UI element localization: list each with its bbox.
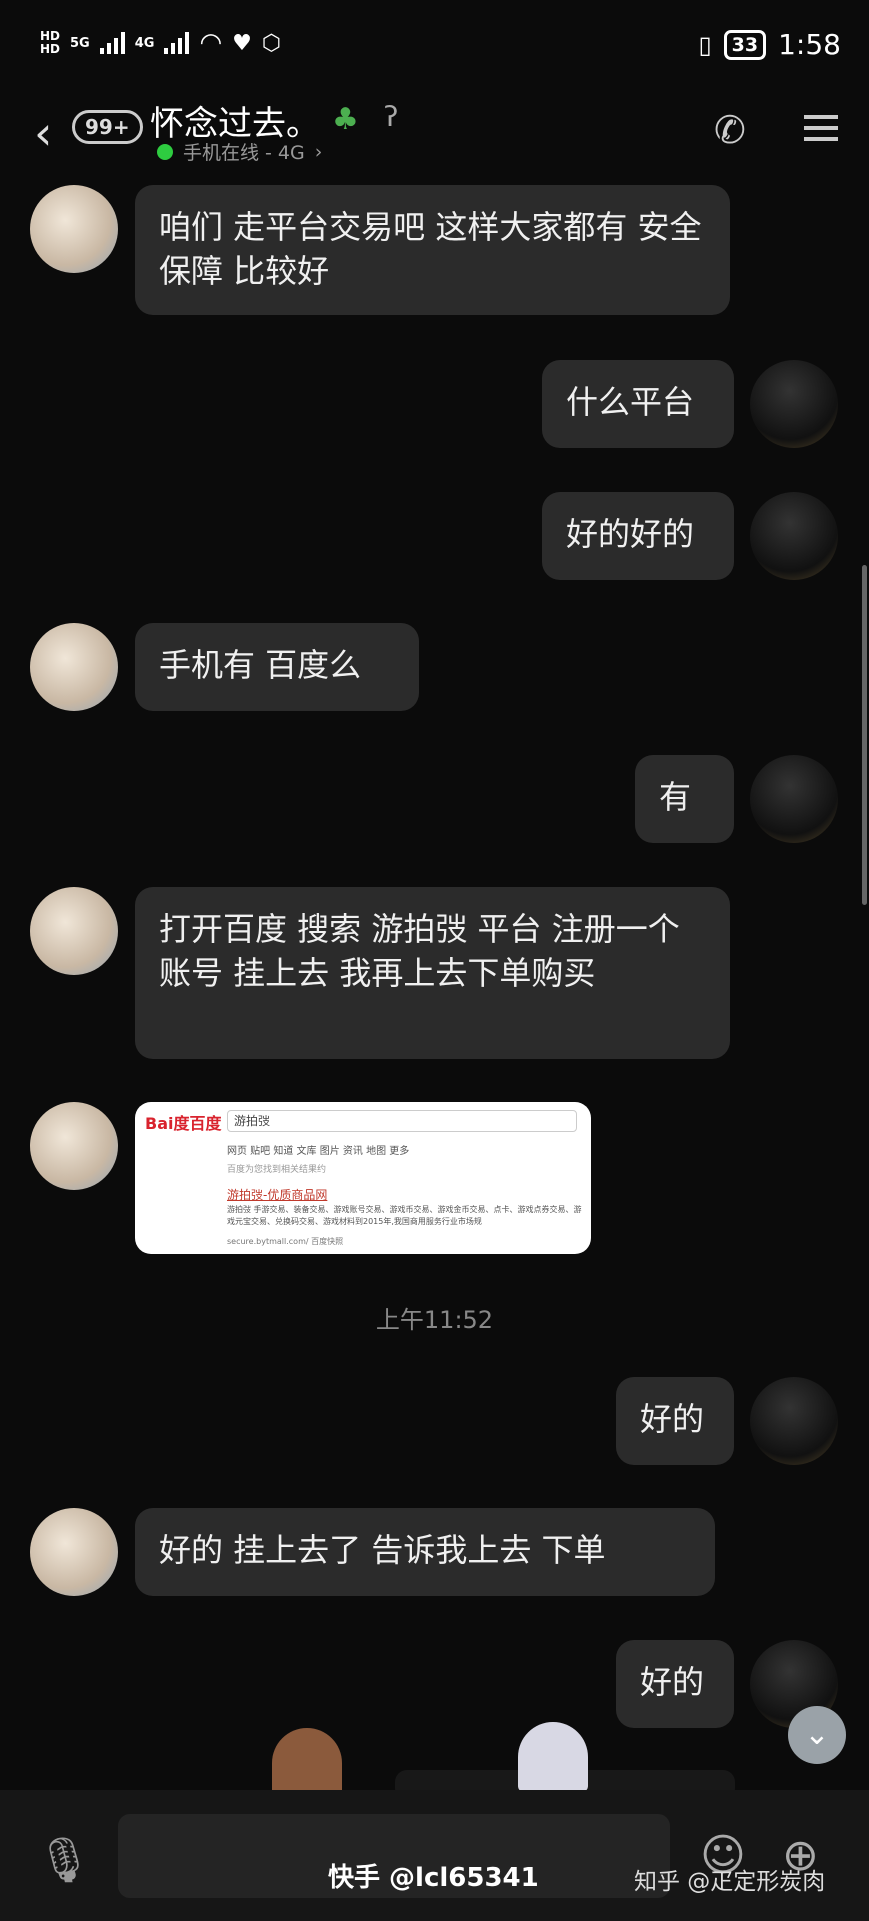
baidu-logo: Bai度百度 <box>145 1114 222 1133</box>
chevron-right-icon: › <box>314 140 323 163</box>
heart-icon: ♥ <box>232 30 252 56</box>
baidu-result-hint: 百度为您找到相关结果约 <box>227 1165 327 1175</box>
message-bubble-left[interactable]: 好的 挂上去了 告诉我上去 下单 <box>135 1508 715 1596</box>
hd-indicator: HD HD <box>40 29 61 56</box>
online-status: 手机在线 - 4G › <box>157 138 322 165</box>
status-left: HD HD 5G 4G ◠ ♥ ⬡ <box>40 28 281 58</box>
baidu-result-desc: 游拍弢 手游交易、装备交易、游戏账号交易、游戏币交易、游戏金币交易、点卡、游戏点… <box>227 1205 582 1226</box>
sprout-icon: ♣ <box>332 102 359 137</box>
chat-header: ‹ 99+ 怀念过去。 ♣ ʔ 手机在线 - 4G › ✆ <box>0 96 869 182</box>
avatar-contact[interactable] <box>30 185 118 273</box>
kuaishou-watermark: 快手 @lcl65341 <box>328 1863 539 1893</box>
vibrate-icon: ▯ <box>698 30 712 59</box>
ear-icon[interactable]: ʔ <box>384 100 398 133</box>
image-message-baidu-screenshot[interactable]: Bai度百度 游拍弢 网页 贴吧 知道 文库 图片 资讯 地图 更多 百度为您找… <box>135 1102 591 1254</box>
message-bubble-right[interactable]: 有 <box>635 755 734 843</box>
wifi-icon: ◠ <box>199 28 223 58</box>
avatar-contact[interactable] <box>30 1508 118 1596</box>
baidu-tabs: 网页 贴吧 知道 文库 图片 资讯 地图 更多 <box>227 1146 410 1157</box>
message-bubble-right[interactable]: 好的 <box>616 1377 734 1465</box>
avatar-self[interactable] <box>750 1377 838 1465</box>
status-bar: HD HD 5G 4G ◠ ♥ ⬡ ▯ 33 1:58 <box>0 0 869 96</box>
avatar-contact[interactable] <box>30 623 118 711</box>
scroll-down-chevron-icon[interactable]: ⌄ <box>788 1706 846 1764</box>
message-bubble-right[interactable]: 什么平台 <box>542 360 734 448</box>
message-bubble-right[interactable]: 好的 <box>616 1640 734 1728</box>
avatar-self[interactable] <box>750 360 838 448</box>
menu-icon[interactable] <box>804 108 838 148</box>
message-timestamp: 上午11:52 <box>375 1306 494 1334</box>
message-bubble-left[interactable]: 打开百度 搜索 游拍弢 平台 注册一个账号 挂上去 我再上去下单购买 <box>135 887 730 1059</box>
phone-call-icon[interactable]: ✆ <box>714 108 746 152</box>
clock: 1:58 <box>778 28 841 61</box>
baidu-result-url: secure.bytmall.com/ 百度快照 <box>227 1237 344 1246</box>
network-4g-label: 4G <box>134 35 155 51</box>
message-bubble-right[interactable]: 好的好的 <box>542 492 734 580</box>
shield-icon: ⬡ <box>261 30 282 56</box>
message-bubble-left[interactable]: 手机有 百度么 <box>135 623 419 711</box>
network-5g-label: 5G <box>70 35 90 51</box>
signal-icon <box>99 32 125 54</box>
sticker-character-left <box>272 1728 342 1798</box>
avatar-contact[interactable] <box>30 887 118 975</box>
back-icon[interactable]: ‹ <box>34 106 52 160</box>
signal-icon-2 <box>164 32 190 54</box>
input-bar: 🎙 ☺ ⊕ <box>0 1790 869 1921</box>
sticker-character-right <box>518 1722 588 1792</box>
avatar-contact[interactable] <box>30 1102 118 1190</box>
message-bubble-left[interactable]: 咱们 走平台交易吧 这样大家都有 安全保障 比较好 <box>135 185 730 315</box>
battery-icon: 33 <box>723 29 767 60</box>
unread-badge[interactable]: 99+ <box>72 110 143 144</box>
scrollbar[interactable] <box>862 565 867 905</box>
online-dot-icon <box>157 143 173 160</box>
zhihu-watermark: 知乎 @疋定形炭肉 <box>634 1869 826 1895</box>
avatar-self[interactable] <box>750 492 838 580</box>
baidu-search-box: 游拍弢 <box>227 1110 577 1132</box>
status-right: ▯ 33 1:58 <box>698 28 841 61</box>
microphone-icon[interactable]: 🎙 <box>36 1834 92 1886</box>
baidu-result-link: 游拍弢-优质商品网 <box>227 1188 328 1202</box>
avatar-self[interactable] <box>750 755 838 843</box>
